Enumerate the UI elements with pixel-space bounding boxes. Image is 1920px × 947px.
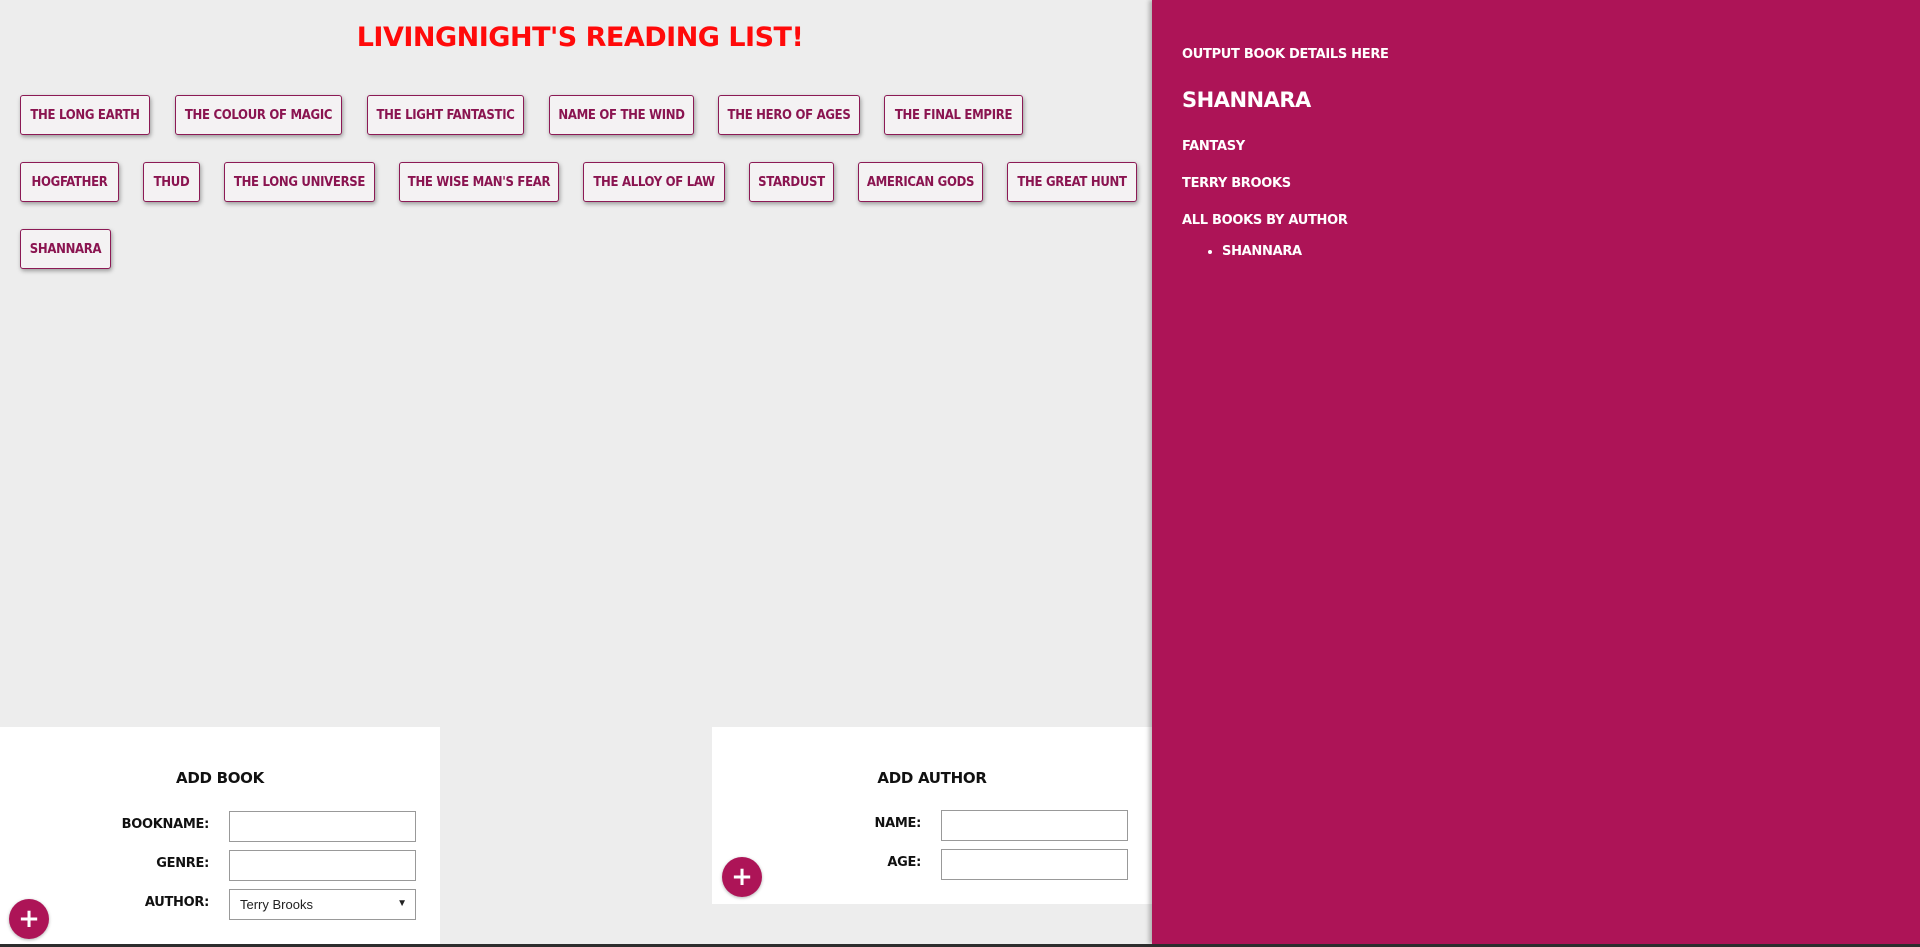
- add-book-button[interactable]: +: [9, 899, 49, 939]
- genre-input[interactable]: [229, 850, 416, 881]
- add-book-title: Add Book: [176, 769, 264, 787]
- app-root: Livingnight's Reading List! The Long Ear…: [0, 0, 1920, 944]
- book-item-the-colour-of-magic[interactable]: The Colour of Magic: [175, 95, 342, 135]
- details-genre: Fantasy: [1182, 139, 1245, 154]
- author-book-item: Shannara: [1222, 244, 1302, 259]
- name-label: Name:: [874, 816, 922, 831]
- add-author-form: Add Author Name: Age: +: [712, 727, 1152, 904]
- author-name-input[interactable]: [941, 810, 1128, 841]
- add-author-button[interactable]: +: [722, 857, 762, 897]
- details-author: Terry Brooks: [1182, 176, 1291, 191]
- book-item-american-gods[interactable]: American Gods: [858, 162, 983, 202]
- author-age-input[interactable]: [941, 849, 1128, 880]
- book-item-the-alloy-of-law[interactable]: The Alloy of Law: [583, 162, 725, 202]
- book-item-the-long-earth[interactable]: The Long Earth: [20, 95, 150, 135]
- author-select[interactable]: Terry Brooks ▼: [229, 889, 416, 920]
- details-book-name: Shannara: [1182, 88, 1311, 112]
- plus-icon: +: [18, 904, 40, 934]
- book-item-name-of-the-wind[interactable]: Name of the Wind: [549, 95, 694, 135]
- details-all-books-label: All books by author: [1182, 213, 1348, 228]
- book-item-the-hero-of-ages[interactable]: The Hero of Ages: [718, 95, 860, 135]
- main-area: Livingnight's Reading List! The Long Ear…: [0, 0, 1152, 944]
- chevron-down-icon: ▼: [397, 898, 407, 909]
- book-item-thud[interactable]: Thud: [143, 162, 200, 202]
- add-author-title: Add Author: [877, 769, 987, 787]
- bookname-input[interactable]: [229, 811, 416, 842]
- book-item-the-wise-mans-fear[interactable]: The Wise Man's Fear: [399, 162, 559, 202]
- book-item-the-final-empire[interactable]: The Final Empire: [884, 95, 1023, 135]
- book-details-panel: Output book details here Shannara Fantas…: [1152, 0, 1920, 944]
- author-select-value: Terry Brooks: [240, 897, 313, 912]
- add-book-form: Add Book Bookname: Genre: Author: Terry …: [0, 727, 440, 944]
- bookname-label: Bookname:: [121, 817, 210, 832]
- book-item-hogfather[interactable]: Hogfather: [20, 162, 119, 202]
- book-item-shannara[interactable]: Shannara: [20, 229, 111, 269]
- page-title: Livingnight's Reading List!: [356, 22, 804, 53]
- plus-icon: +: [731, 862, 753, 892]
- genre-label: Genre:: [156, 856, 209, 871]
- details-heading: Output book details here: [1182, 47, 1389, 62]
- book-item-the-great-hunt[interactable]: The Great Hunt: [1007, 162, 1137, 202]
- book-item-the-light-fantastic[interactable]: The Light Fantastic: [367, 95, 524, 135]
- book-item-stardust[interactable]: Stardust: [749, 162, 834, 202]
- book-item-the-long-universe[interactable]: The Long Universe: [224, 162, 375, 202]
- author-books-list: Shannara: [1182, 244, 1302, 259]
